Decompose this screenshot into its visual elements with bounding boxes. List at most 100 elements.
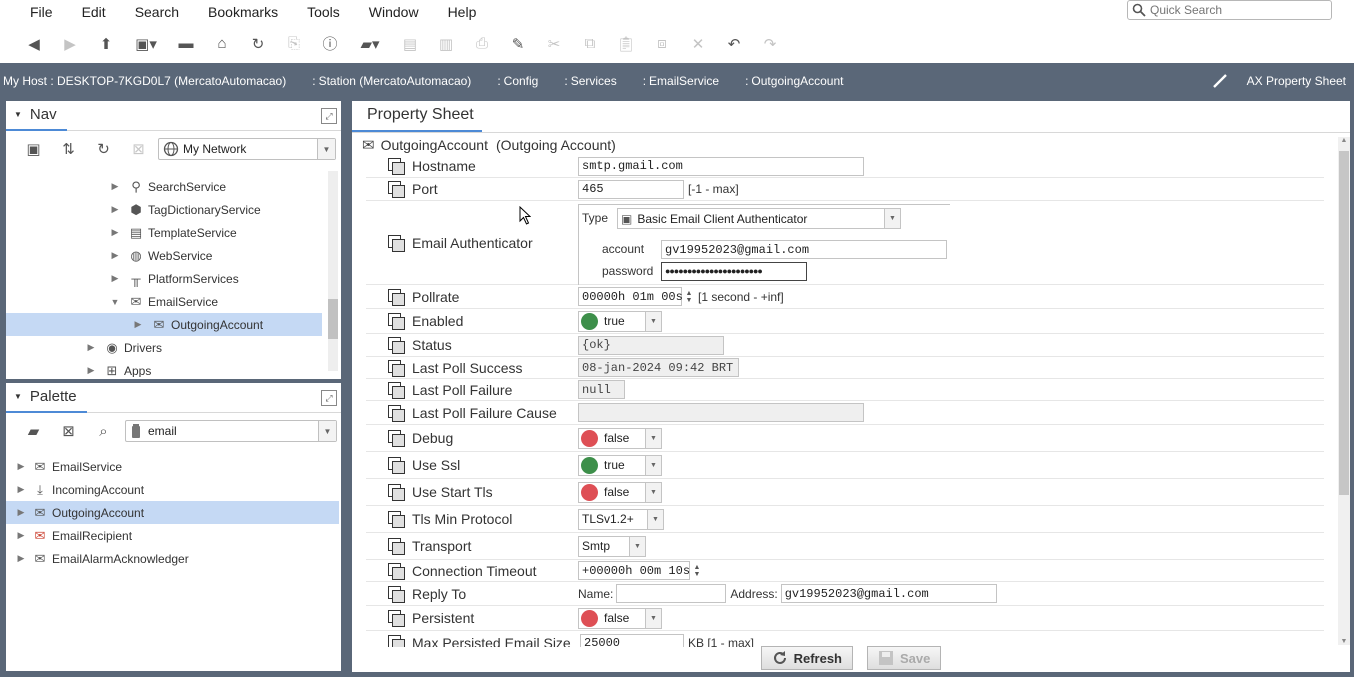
breadcrumb-email-service[interactable]: EmailService [646,74,719,88]
collapse-icon[interactable]: ▼ [108,297,122,307]
open-folder-icon[interactable]: ▰▾ [348,29,392,59]
save-button[interactable]: Save [867,646,942,670]
network-select[interactable]: My Network ▼ [158,138,336,160]
menu-search[interactable]: Search [115,4,188,20]
expand-icon[interactable]: ▶ [14,553,28,564]
find-icon[interactable]: ⌕ [86,418,121,444]
close-palette-icon[interactable]: ⊠ [51,418,86,444]
port-field[interactable]: 465 [578,179,684,199]
persistent-select[interactable]: false ▼ [578,607,662,629]
tree-item-tag-dictionary-service[interactable]: ▶ ⬢ TagDictionaryService [6,198,341,221]
use-ssl-select[interactable]: true ▼ [578,454,662,476]
tree-item-email-service[interactable]: ▼ ✉ EmailService [6,290,341,313]
save-all-icon[interactable]: ▥ [428,29,464,59]
breadcrumb-station[interactable]: Station (MercatoAutomacao) [316,74,472,88]
pencil-icon[interactable] [1211,72,1229,90]
menu-file[interactable]: File [0,4,62,20]
tree-item-search-service[interactable]: ▶ ⚲ SearchService [6,175,341,198]
breadcrumb-outgoing-account[interactable]: OutgoingAccount [748,74,843,88]
password-field[interactable]: ●●●●●●●●●●●●●●●●●●●●●● [661,262,807,281]
view-selector[interactable]: AX Property Sheet [1247,74,1346,88]
expand-icon[interactable]: ▶ [14,461,28,472]
property-sheet-scrollbar[interactable]: ▲ ▼ [1338,137,1350,645]
palette-item-email-recipient[interactable]: ▶ ✉ EmailRecipient [6,524,341,547]
expand-icon[interactable]: ▶ [108,204,122,215]
expand-icon[interactable]: ▶ [84,342,98,353]
tree-item-platform-services[interactable]: ▶ ╥ PlatformServices [6,267,341,290]
palette-item-incoming-account[interactable]: ▶ ⤓ IncomingAccount [6,478,341,501]
expand-icon[interactable]: ▶ [84,365,98,376]
collapse-caret-icon[interactable]: ▼ [14,110,22,119]
module-select[interactable]: email ▼ [125,420,337,442]
tree-item-outgoing-account[interactable]: ▶ ✉ OutgoingAccount [6,313,322,336]
side-bar-toggle-icon[interactable]: ▣▾ [124,29,168,59]
chevron-down-icon[interactable]: ▼ [645,311,661,331]
edit-page-icon[interactable]: ✎ [500,29,536,59]
undo-icon[interactable]: ↶ [716,29,752,59]
home-icon[interactable]: ⌂ [204,29,240,59]
copy-icon[interactable]: ⧉ [572,29,608,59]
open-folder-icon[interactable]: ▰ [16,418,51,444]
maximize-icon[interactable]: ⤢ [321,390,337,406]
quick-search-input[interactable] [1150,3,1320,17]
chevron-down-icon[interactable]: ▼ [629,536,645,556]
expand-icon[interactable]: ▶ [131,319,145,330]
expand-icon[interactable]: ▶ [108,250,122,261]
nav-scrollbar-thumb[interactable] [328,299,338,339]
scroll-up-icon[interactable]: ▲ [1338,137,1350,144]
menu-help[interactable]: Help [428,4,486,20]
tree-item-web-service[interactable]: ▶ ◍ WebService [6,244,341,267]
chevron-down-icon[interactable]: ▼ [645,482,661,502]
cut-icon[interactable]: ✂ [536,29,572,59]
close-icon[interactable]: ⊠ [121,136,156,162]
connection-timeout-field[interactable]: +00000h 00m 10s [578,561,690,580]
account-field[interactable]: gv19952023@gmail.com [661,240,947,259]
recent-icon[interactable]: ⎘ [276,29,312,59]
maximize-icon[interactable]: ⤢ [321,108,337,124]
breadcrumb-config[interactable]: Config [501,74,539,88]
sort-icon[interactable]: ⇅ [51,136,86,162]
tree-item-drivers[interactable]: ▶ ◉ Drivers [6,336,341,359]
save-icon[interactable]: ▤ [392,29,428,59]
reply-to-name-field[interactable] [616,584,727,603]
menu-edit[interactable]: Edit [62,4,115,20]
breadcrumb-host[interactable]: My Host : DESKTOP-7KGD0L7 (MercatoAutoma… [0,74,286,88]
refresh-icon[interactable]: ↻ [240,29,276,59]
tls-min-protocol-select[interactable]: TLSv1.2+ ▼ [578,508,664,530]
nav-scrollbar[interactable] [328,171,338,371]
nav-tab[interactable]: ▼ Nav [6,101,67,131]
menu-window[interactable]: Window [349,4,428,20]
palette-item-outgoing-account[interactable]: ▶ ✉ OutgoingAccount [6,501,339,524]
export-icon[interactable]: ⎙ [464,29,500,59]
reply-to-address-field[interactable]: gv19952023@gmail.com [780,584,997,603]
transport-select[interactable]: Smtp ▼ [578,535,646,557]
collapse-caret-icon[interactable]: ▼ [14,392,22,401]
redo-icon[interactable]: ↷ [752,29,788,59]
palette-tab[interactable]: ▼ Palette [6,383,87,413]
enabled-select[interactable]: true ▼ [578,310,662,332]
quick-search[interactable] [1127,0,1332,20]
menu-bookmarks[interactable]: Bookmarks [188,4,287,20]
delete-icon[interactable]: ✕ [680,29,716,59]
folder-icon[interactable]: ▬ [168,29,204,59]
expand-icon[interactable]: ▶ [108,181,122,192]
spinner-icon[interactable]: ▲ ▼ [684,289,694,305]
info-icon[interactable]: ⓘ [312,29,348,59]
paste-icon[interactable]: 📋︎ [608,29,644,59]
refresh-button[interactable]: Refresh [760,646,854,670]
authenticator-type-select[interactable]: ▣ Basic Email Client Authenticator ▼ [617,208,901,229]
chevron-down-icon[interactable]: ▼ [318,421,336,441]
duplicate-icon[interactable]: ⧈ [644,29,680,59]
spinner-icon[interactable]: ▲ ▼ [692,563,702,579]
chevron-down-icon[interactable]: ▼ [645,455,661,475]
refresh-icon[interactable]: ↻ [86,136,121,162]
breadcrumb-services[interactable]: Services [568,74,617,88]
pollrate-field[interactable]: 00000h 01m 00s [578,287,683,306]
chevron-down-icon[interactable]: ▼ [647,509,663,529]
property-sheet-scrollbar-thumb[interactable] [1339,151,1349,495]
palette-item-email-alarm-acknowledger[interactable]: ▶ ✉ EmailAlarmAcknowledger [6,547,341,570]
new-folder-icon[interactable]: ▣ [16,136,51,162]
forward-icon[interactable]: ▶ [52,29,88,59]
expand-icon[interactable]: ▶ [14,507,28,518]
palette-item-email-service[interactable]: ▶ ✉ EmailService [6,455,341,478]
